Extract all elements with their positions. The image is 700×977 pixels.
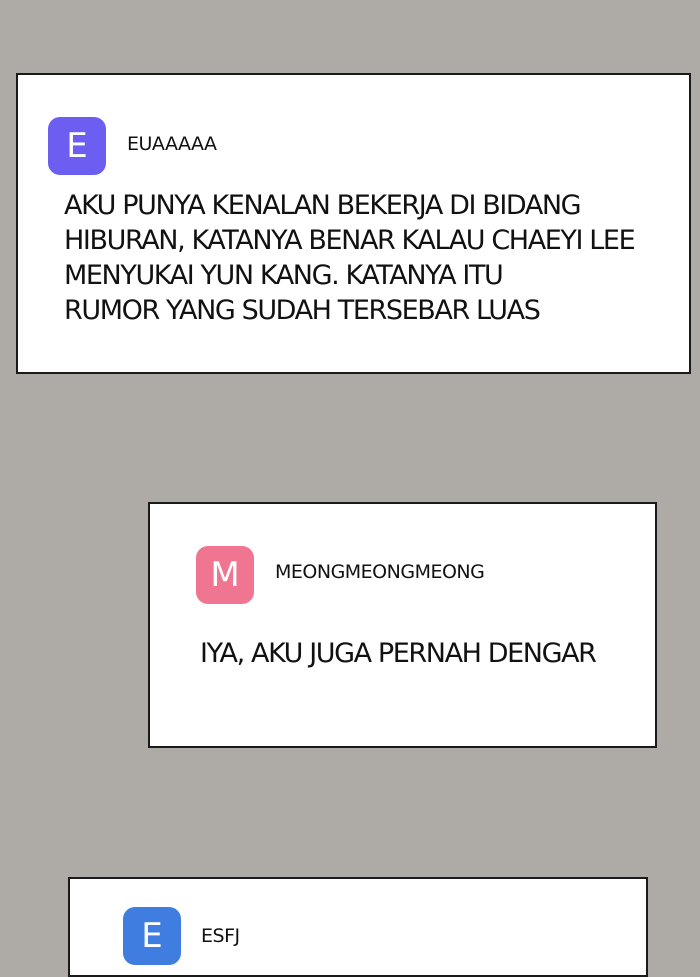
comment-line: AKU PUNYA KENALAN BEKERJA DI BIDANG bbox=[64, 190, 582, 221]
comment-line: MENYUKAI YUN KANG. KATANYA ITU bbox=[64, 260, 504, 291]
comment-card: M MEONGMEONGMEONG IYA, AKU JUGA PERNAH D… bbox=[148, 502, 657, 748]
comment-line: HIBURAN, KATANYA BENAR KALAU CHAEYI LEE bbox=[64, 225, 636, 256]
avatar[interactable]: E bbox=[123, 907, 181, 965]
avatar[interactable]: M bbox=[196, 546, 254, 604]
comment-line: RUMOR YANG SUDAH TERSEBAR LUAS bbox=[64, 295, 541, 326]
comment-text: IYA, AKU JUGA PERNAH DENGAR bbox=[200, 636, 597, 671]
comment-text: AKU PUNYA KENALAN BEKERJA DI BIDANG HIBU… bbox=[64, 188, 636, 328]
comment-card: E EUAAAAA AKU PUNYA KENALAN BEKERJA DI B… bbox=[16, 73, 691, 374]
avatar[interactable]: E bbox=[48, 117, 106, 175]
username[interactable]: MEONGMEONGMEONG bbox=[275, 561, 485, 583]
username[interactable]: ESFJ bbox=[201, 925, 240, 947]
username[interactable]: EUAAAAA bbox=[127, 133, 217, 155]
comment-card: E ESFJ bbox=[68, 877, 648, 977]
comment-line: IYA, AKU JUGA PERNAH DENGAR bbox=[200, 638, 597, 669]
